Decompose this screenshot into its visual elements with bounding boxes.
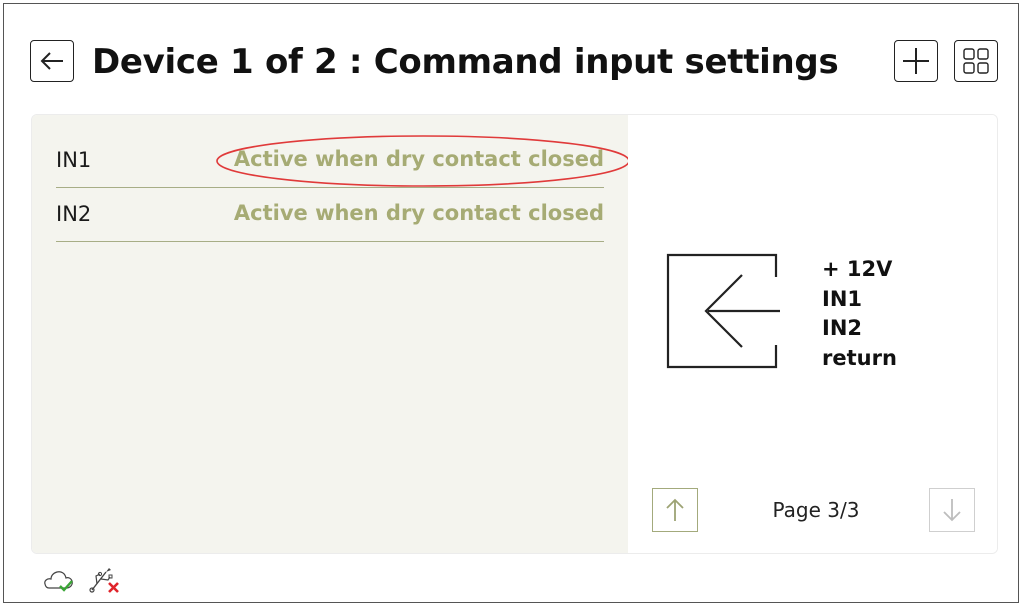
app-window: Device 1 of 2 : Command input settings I… xyxy=(3,3,1019,603)
page-up-button[interactable] xyxy=(652,488,698,532)
input-arrow-icon xyxy=(666,253,780,369)
input-row-in1[interactable]: IN1 Active when dry contact closed xyxy=(56,134,604,188)
wiring-panel: + 12V IN1 IN2 return Page 3/3 xyxy=(628,115,997,553)
cloud-connected-icon[interactable] xyxy=(40,566,76,594)
terminal-label: + 12V xyxy=(822,257,893,281)
terminal-label: return xyxy=(822,345,897,370)
add-button[interactable] xyxy=(894,40,938,82)
plus-icon xyxy=(903,48,929,74)
input-mode[interactable]: Active when dry contact closed xyxy=(234,201,604,225)
input-name: IN1 xyxy=(56,148,92,172)
page-down-button[interactable] xyxy=(929,488,975,532)
page-title: Device 1 of 2 : Command input settings xyxy=(92,42,839,82)
input-list: IN1 Active when dry contact closed IN2 A… xyxy=(32,115,630,553)
arrow-left-icon xyxy=(40,52,63,70)
terminal-label: IN1 xyxy=(822,286,863,311)
back-button[interactable] xyxy=(30,40,74,82)
content-panel: IN1 Active when dry contact closed IN2 A… xyxy=(31,114,998,554)
input-mode[interactable]: Active when dry contact closed xyxy=(234,147,604,171)
grid-view-button[interactable] xyxy=(954,40,998,82)
input-name: IN2 xyxy=(56,202,92,226)
usb-disconnected-icon[interactable] xyxy=(88,564,122,596)
terminal-labels: + 12V IN1 IN2 return xyxy=(822,255,897,373)
input-row-in2[interactable]: IN2 Active when dry contact closed xyxy=(56,188,604,242)
arrow-up-icon xyxy=(666,498,684,521)
arrow-down-icon xyxy=(943,499,961,522)
terminal-label: IN2 xyxy=(822,316,863,340)
page-indicator: Page 3/3 xyxy=(772,498,860,522)
grid-view-icon xyxy=(963,48,989,74)
